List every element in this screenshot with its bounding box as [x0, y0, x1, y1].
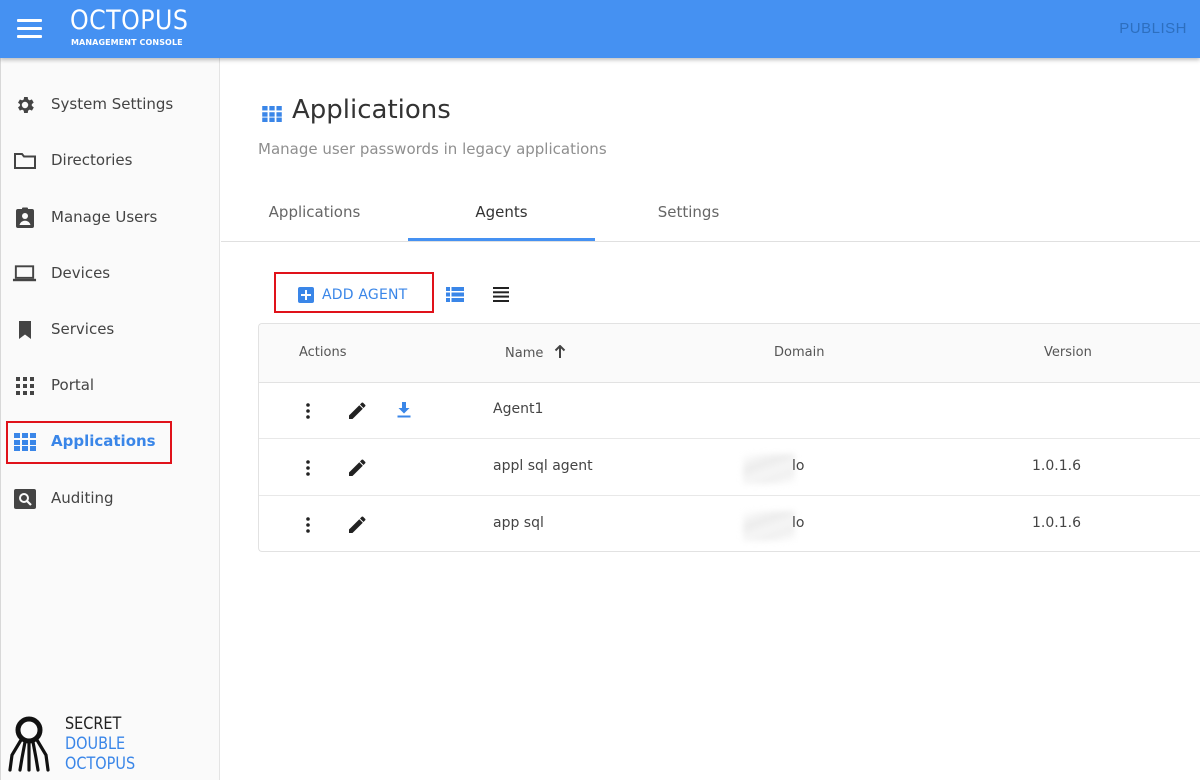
column-header-name-label: Name [505, 346, 544, 361]
list-view-icon[interactable] [446, 287, 464, 306]
redacted-blur [743, 511, 795, 541]
gear-icon [12, 94, 37, 116]
octopus-logo-icon [8, 716, 50, 772]
sidebar-item-label: System Settings [51, 95, 174, 113]
sidebar-item-label: Portal [51, 376, 95, 394]
more-vertical-icon[interactable] [305, 516, 311, 538]
edit-pencil-icon[interactable] [348, 459, 366, 481]
plus-icon [298, 287, 314, 303]
publish-button[interactable]: PUBLISH [1119, 20, 1187, 37]
agent-version: 1.0.1.6 [1032, 458, 1081, 474]
sidebar-item-directories[interactable]: Directories [1, 141, 220, 181]
table-row: appl sql agent lo 1.0.1.6 [259, 440, 1200, 496]
menu-icon[interactable] [17, 19, 42, 39]
folder-icon [12, 150, 37, 172]
apps-grid-icon [12, 431, 37, 453]
search-box-icon [12, 488, 37, 510]
edit-pencil-icon[interactable] [348, 402, 366, 424]
grid-dots-icon [12, 375, 37, 397]
sidebar: System Settings Directories Manage Users… [0, 58, 220, 780]
sidebar-item-system-settings[interactable]: System Settings [1, 85, 220, 125]
sidebar-item-label: Devices [51, 264, 111, 282]
user-badge-icon [12, 207, 37, 229]
sidebar-item-label: Auditing [51, 489, 114, 507]
top-app-bar: OCTOPUS MANAGEMENT CONSOLE PUBLISH [0, 0, 1200, 58]
secret-double-octopus-logo: SECRET DOUBLE OCTOPUS [8, 713, 158, 775]
sidebar-item-applications[interactable]: Applications [1, 422, 220, 462]
sidebar-item-label: Services [51, 320, 115, 338]
column-header-actions: Actions [299, 345, 347, 360]
apps-grid-icon [262, 106, 282, 126]
agent-version: 1.0.1.6 [1032, 515, 1081, 531]
logo-line-double: DOUBLE [65, 734, 126, 754]
logo-line-octopus: OCTOPUS [65, 754, 136, 774]
sidebar-item-services[interactable]: Services [1, 310, 220, 350]
tab-agents[interactable]: Agents [408, 203, 595, 241]
laptop-icon [12, 263, 37, 285]
tab-applications[interactable]: Applications [221, 203, 408, 241]
agent-domain: lo [792, 515, 805, 531]
column-header-name[interactable]: Name [505, 344, 566, 362]
sort-ascending-icon [554, 344, 566, 362]
page-subtitle: Manage user passwords in legacy applicat… [258, 140, 607, 158]
agent-name: Agent1 [493, 401, 544, 417]
edit-pencil-icon[interactable] [348, 516, 366, 538]
agents-table: Actions Name Domain Version Agent1 appl … [258, 323, 1200, 552]
sidebar-item-label: Applications [51, 432, 156, 450]
sidebar-item-label: Directories [51, 151, 133, 169]
sidebar-item-manage-users[interactable]: Manage Users [1, 198, 220, 238]
download-icon[interactable] [396, 401, 412, 423]
bookmark-icon [12, 319, 37, 341]
add-agent-label: ADD AGENT [322, 287, 408, 303]
table-row: Agent1 [259, 383, 1200, 439]
agent-domain: lo [792, 458, 805, 474]
sidebar-item-label: Manage Users [51, 208, 158, 226]
brand-title: OCTOPUS [70, 5, 189, 36]
more-vertical-icon[interactable] [305, 459, 311, 481]
tab-active-indicator [408, 238, 595, 241]
redacted-blur [743, 454, 795, 484]
tab-settings[interactable]: Settings [595, 203, 782, 241]
sidebar-item-auditing[interactable]: Auditing [1, 479, 220, 519]
sidebar-item-portal[interactable]: Portal [1, 366, 220, 406]
brand-subtitle: MANAGEMENT CONSOLE [71, 38, 183, 47]
column-header-version: Version [1044, 345, 1092, 360]
main-content: Applications Manage user passwords in le… [221, 58, 1200, 780]
more-vertical-icon[interactable] [305, 402, 311, 424]
column-header-domain: Domain [774, 345, 825, 360]
agent-name: app sql [493, 515, 544, 531]
table-row: app sql lo 1.0.1.6 [259, 497, 1200, 553]
tab-bar: Applications Agents Settings [221, 182, 1200, 242]
sidebar-item-devices[interactable]: Devices [1, 254, 220, 294]
page-title: Applications [292, 95, 451, 125]
dense-list-icon[interactable] [493, 287, 509, 306]
agent-name: appl sql agent [493, 458, 593, 474]
logo-line-secret: SECRET [65, 714, 122, 734]
table-header: Actions Name Domain Version [259, 324, 1200, 383]
add-agent-button[interactable]: ADD AGENT [298, 285, 407, 305]
